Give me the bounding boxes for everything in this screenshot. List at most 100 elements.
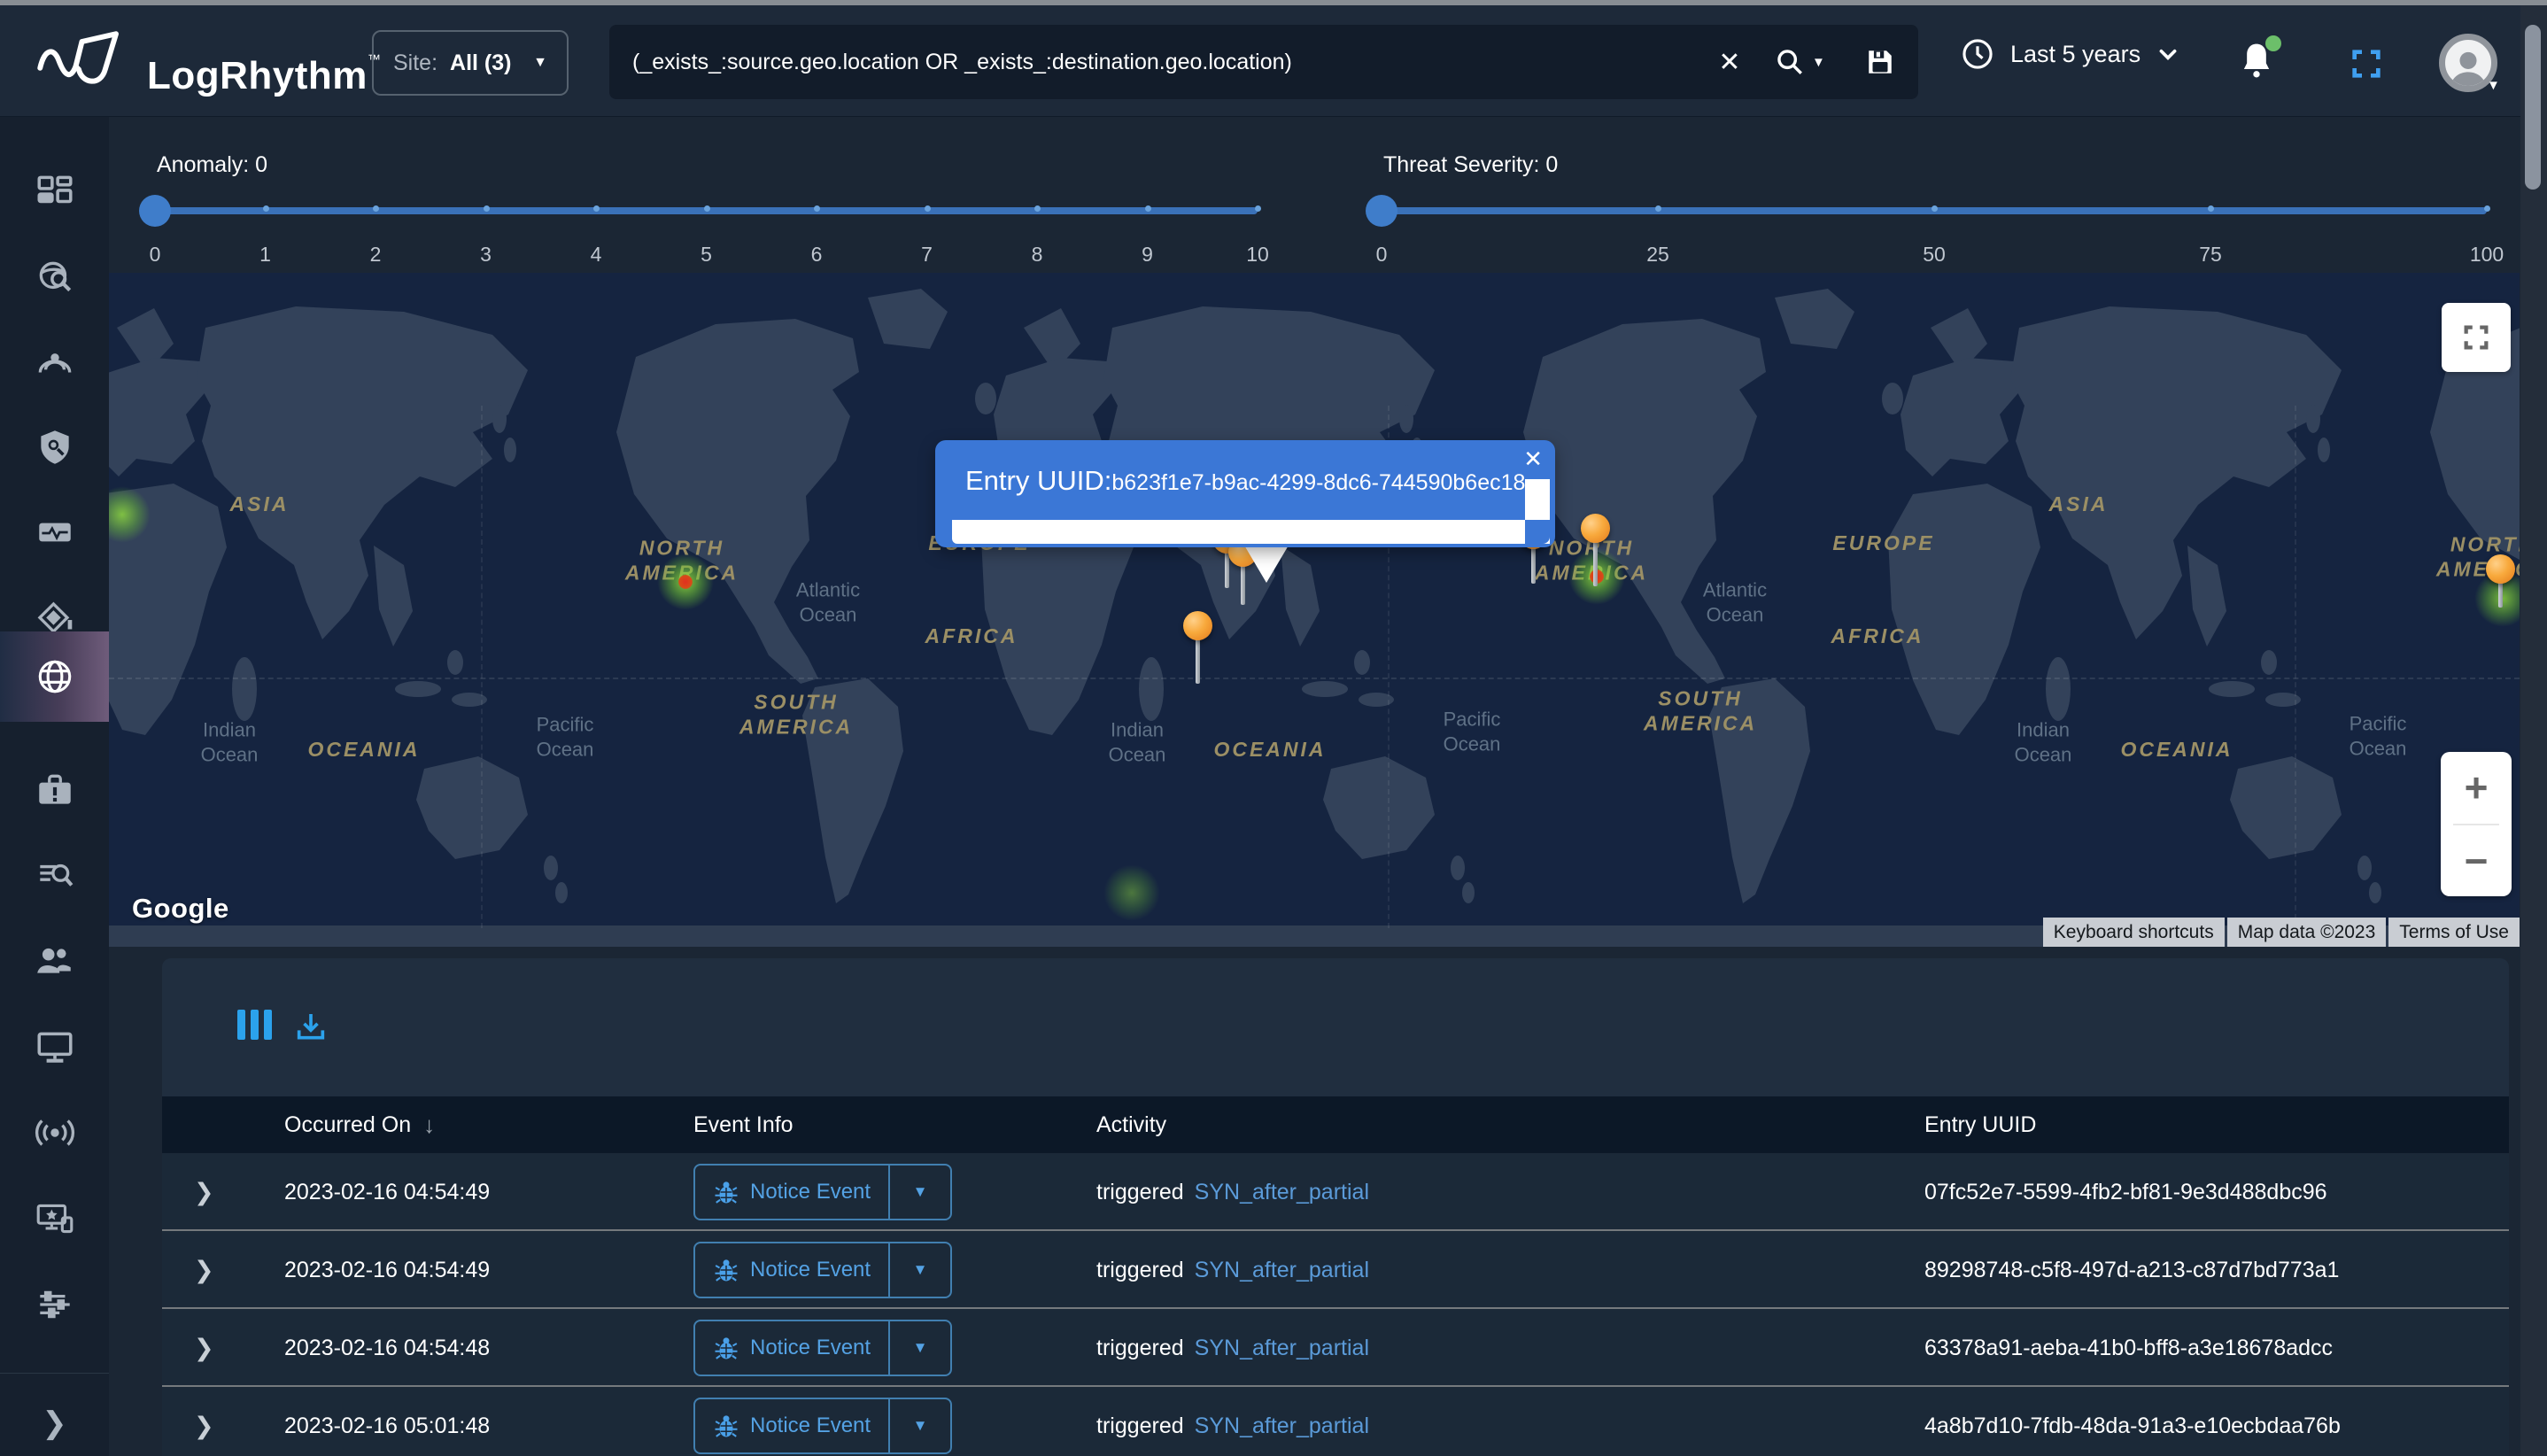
avatar-caret-icon[interactable]: ▼ bbox=[2487, 78, 2500, 93]
notice-event-dropdown[interactable]: ▼ bbox=[888, 1320, 952, 1376]
map-fullscreen-button[interactable] bbox=[2442, 303, 2511, 372]
notice-event-button[interactable]: Notice Event bbox=[693, 1242, 890, 1298]
chevron-down-icon bbox=[2156, 43, 2179, 66]
activity-cell: triggered SYN_after_partial bbox=[1096, 1387, 1369, 1456]
expand-row-chevron-icon[interactable]: ❯ bbox=[194, 1309, 229, 1387]
popup-pointer bbox=[1243, 544, 1289, 583]
notice-event-dropdown[interactable]: ▼ bbox=[888, 1398, 952, 1454]
slider-tick-dot bbox=[704, 205, 710, 212]
slider-tick-dot bbox=[814, 205, 820, 212]
nav-users[interactable] bbox=[0, 918, 109, 1003]
geo-map[interactable]: ASIAASIANORTH AMERICANORTH AMERICANORTH … bbox=[109, 273, 2520, 947]
column-chooser-icon[interactable] bbox=[237, 1010, 272, 1040]
activity-link[interactable]: SYN_after_partial bbox=[1195, 1258, 1369, 1283]
slider-tick-label: 7 bbox=[921, 243, 933, 267]
threat-severity-slider-track[interactable] bbox=[1382, 207, 2487, 214]
fullscreen-icon bbox=[2349, 46, 2384, 81]
slider-tick-dot bbox=[484, 205, 490, 212]
slider-tick-label: 9 bbox=[1142, 243, 1153, 267]
filter-sliders-panel: Anomaly: 0 012345678910 Threat Severity:… bbox=[109, 117, 2520, 273]
nav-dashboard[interactable] bbox=[0, 149, 109, 234]
activity-link[interactable]: SYN_after_partial bbox=[1195, 1180, 1369, 1205]
anomaly-slider-handle[interactable] bbox=[139, 195, 171, 227]
column-header-entry-uuid[interactable]: Entry UUID bbox=[1924, 1096, 2036, 1153]
notice-event-button[interactable]: Notice Event bbox=[693, 1398, 890, 1454]
pin-stem bbox=[1531, 546, 1536, 584]
map-zoom-control: + − bbox=[2441, 752, 2512, 896]
expand-row-chevron-icon[interactable]: ❯ bbox=[194, 1231, 229, 1309]
column-header-event-info[interactable]: Event Info bbox=[693, 1096, 794, 1153]
anomaly-slider: Anomaly: 0 012345678910 bbox=[155, 117, 1258, 273]
table-row[interactable]: ❯ 2023-02-16 04:54:48 Notice Event ▼ tri… bbox=[162, 1309, 2509, 1387]
page-scrollbar[interactable] bbox=[2520, 5, 2547, 1456]
threat-severity-slider-handle[interactable] bbox=[1366, 195, 1397, 227]
occurred-on-cell: 2023-02-16 04:54:49 bbox=[284, 1153, 490, 1231]
slider-tick-dot bbox=[373, 205, 379, 212]
site-value: All (3) bbox=[450, 50, 511, 76]
notice-event-dropdown[interactable]: ▼ bbox=[888, 1164, 952, 1220]
column-header-activity[interactable]: Activity bbox=[1096, 1096, 1166, 1153]
page-scrollbar-thumb[interactable] bbox=[2525, 25, 2541, 190]
search-options-caret-icon[interactable]: ▼ bbox=[1812, 55, 1842, 70]
entry-uuid-cell: 4a8b7d10-7fdb-48da-91a3-e10ecbdaa76b bbox=[1924, 1387, 2341, 1456]
entry-uuid-cell: 89298748-c5f8-497d-a213-c87d7bd773a1 bbox=[1924, 1231, 2339, 1309]
slider-tick-dot bbox=[2484, 205, 2490, 212]
notice-event-dropdown[interactable]: ▼ bbox=[888, 1242, 952, 1298]
zoom-out-button[interactable]: − bbox=[2441, 825, 2512, 897]
column-header-occurred-on[interactable]: Occurred On↓ bbox=[284, 1096, 435, 1153]
table-row[interactable]: ❯ 2023-02-16 05:01:48 Notice Event ▼ tri… bbox=[162, 1387, 2509, 1456]
logrhythm-logo-mark bbox=[35, 28, 135, 92]
keyboard-shortcuts-link[interactable]: Keyboard shortcuts bbox=[2043, 918, 2225, 947]
pin-stem bbox=[1196, 638, 1200, 684]
logrhythm-logo[interactable]: LogRhythm™ bbox=[35, 28, 381, 108]
notifications-button[interactable] bbox=[2239, 41, 2274, 84]
nav-monitor-star-device[interactable] bbox=[0, 1176, 109, 1261]
expand-sidebar-chevron-icon[interactable]: ❯ bbox=[0, 1392, 109, 1454]
slider-tick-dot bbox=[1145, 205, 1151, 212]
heatmap-spot bbox=[1103, 864, 1160, 921]
anomaly-slider-track[interactable] bbox=[155, 207, 1258, 214]
notice-event-button[interactable]: Notice Event bbox=[693, 1164, 890, 1220]
nav-monitor[interactable] bbox=[0, 1004, 109, 1089]
nav-card-pulse[interactable] bbox=[0, 490, 109, 575]
popup-close-icon[interactable]: ✕ bbox=[1523, 445, 1543, 473]
expand-row-chevron-icon[interactable]: ❯ bbox=[194, 1387, 229, 1456]
search-icon[interactable] bbox=[1761, 47, 1819, 77]
activity-link[interactable]: SYN_after_partial bbox=[1195, 1336, 1369, 1361]
nav-case-alert[interactable] bbox=[0, 747, 109, 833]
slider-tick-dot bbox=[1932, 205, 1938, 212]
table-toolbar bbox=[162, 958, 2509, 1096]
nav-globe-search[interactable] bbox=[0, 235, 109, 320]
table-row[interactable]: ❯ 2023-02-16 04:54:49 Notice Event ▼ tri… bbox=[162, 1231, 2509, 1309]
notice-event-button[interactable]: Notice Event bbox=[693, 1320, 890, 1376]
nav-radar-person[interactable] bbox=[0, 320, 109, 405]
search-input[interactable] bbox=[609, 50, 1699, 75]
download-icon[interactable] bbox=[293, 1010, 329, 1049]
slider-tick-dot bbox=[593, 205, 600, 212]
fullscreen-button[interactable] bbox=[2349, 46, 2384, 86]
nav-broadcast[interactable] bbox=[0, 1090, 109, 1175]
notice-event-label: Notice Event bbox=[750, 1258, 871, 1282]
nav-tune-settings[interactable] bbox=[0, 1262, 109, 1347]
zoom-in-button[interactable]: + bbox=[2441, 752, 2512, 824]
expand-row-chevron-icon[interactable]: ❯ bbox=[194, 1153, 229, 1231]
entry-uuid-cell: 07fc52e7-5599-4fb2-bf81-9e3d488dbc96 bbox=[1924, 1153, 2327, 1231]
slider-tick-dot bbox=[1255, 205, 1261, 212]
slider-tick-label: 6 bbox=[811, 243, 823, 267]
activity-verb: triggered bbox=[1096, 1180, 1184, 1205]
site-selector[interactable]: Site: All (3) ▼ bbox=[372, 30, 569, 96]
nav-geo-map[interactable] bbox=[0, 631, 109, 722]
top-bar: LogRhythm™ Site: All (3) ▼ ✕ ▼ Last 5 ye… bbox=[0, 5, 2547, 117]
popup-content-strip bbox=[952, 520, 1525, 544]
nav-shield-search[interactable] bbox=[0, 405, 109, 490]
clear-search-icon[interactable]: ✕ bbox=[1699, 47, 1761, 78]
save-search-icon[interactable] bbox=[1842, 47, 1918, 77]
map-info-popup[interactable]: Entry UUID:b623f1e7-b9ac-4299-8dc6-74459… bbox=[935, 440, 1555, 547]
table-row[interactable]: ❯ 2023-02-16 04:54:49 Notice Event ▼ tri… bbox=[162, 1153, 2509, 1231]
activity-verb: triggered bbox=[1096, 1413, 1184, 1439]
terms-of-use-link[interactable]: Terms of Use bbox=[2388, 918, 2520, 947]
activity-link[interactable]: SYN_after_partial bbox=[1195, 1413, 1369, 1439]
time-range-selector[interactable]: Last 5 years bbox=[1961, 37, 2179, 71]
nav-list-search[interactable] bbox=[0, 833, 109, 918]
activity-cell: triggered SYN_after_partial bbox=[1096, 1153, 1369, 1231]
